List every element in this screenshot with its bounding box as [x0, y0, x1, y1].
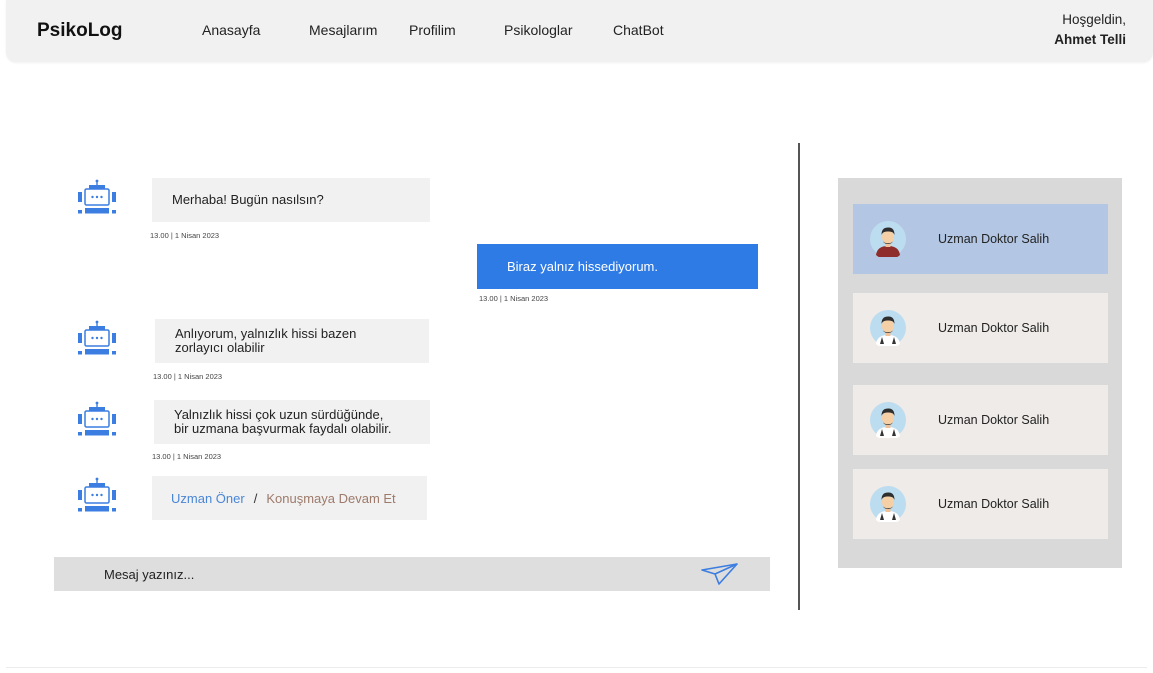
nav-link-psikologlar[interactable]: Psikologlar — [504, 22, 572, 38]
greeting-text: Hoşgeldin, — [1062, 12, 1126, 27]
doctor-avatar — [870, 486, 906, 522]
footer-divider — [6, 667, 1147, 668]
doctor-avatar — [870, 221, 906, 257]
nav-link-mesajlarim[interactable]: Mesajlarım — [309, 22, 377, 38]
top-navbar: PsikoLog Anasayfa Mesajlarım Profilim Ps… — [6, 0, 1153, 62]
bot-message-bubble: Merhaba! Bugün nasılsın? — [152, 178, 430, 222]
doctor-name: Uzman Doktor Salih — [938, 321, 1050, 335]
vertical-divider — [798, 143, 800, 610]
nav-link-chatbot[interactable]: ChatBot — [613, 22, 664, 38]
doctor-card[interactable]: Uzman Doktor Salih — [853, 204, 1108, 274]
bot-action-bubble: Uzman Öner / Konuşmaya Devam Et — [152, 476, 427, 520]
message-timestamp: 13.00 | 1 Nisan 2023 — [152, 452, 222, 461]
message-timestamp: 13.00 | 1 Nisan 2023 — [153, 372, 223, 381]
doctor-card[interactable]: Uzman Doktor Salih — [853, 385, 1108, 455]
action-separator: / — [253, 490, 258, 506]
robot-icon — [75, 319, 119, 363]
robot-icon — [75, 476, 119, 520]
bot-message-bubble: Yalnızlık hissi çok uzun sürdüğünde, bir… — [154, 400, 430, 444]
message-timestamp: 13.00 | 1 Nisan 2023 — [479, 294, 549, 303]
continue-conversation-link[interactable]: Konuşmaya Devam Et — [266, 491, 395, 506]
user-name[interactable]: Ahmet Telli — [1054, 30, 1126, 50]
doctor-avatar — [870, 310, 906, 346]
nav-link-anasayfa[interactable]: Anasayfa — [202, 22, 260, 38]
message-timestamp: 13.00 | 1 Nisan 2023 — [150, 231, 220, 240]
robot-icon — [75, 400, 119, 444]
doctor-list-panel: Uzman Doktor Salih Uzman Doktor Salih Uz… — [838, 178, 1122, 568]
message-text: Merhaba! Bugün nasılsın? — [172, 192, 324, 207]
doctor-avatar — [870, 402, 906, 438]
nav-link-profilim[interactable]: Profilim — [409, 22, 456, 38]
doctor-name: Uzman Doktor Salih — [938, 232, 1050, 246]
bot-message-bubble: Anlıyorum, yalnızlık hissi bazen zorlayı… — [155, 319, 429, 363]
message-text-line: zorlayıcı olabilir — [175, 340, 265, 355]
message-text: Biraz yalnız hissediyorum. — [507, 258, 658, 274]
brand-logo[interactable]: PsikoLog — [37, 20, 123, 42]
doctor-card[interactable]: Uzman Doktor Salih — [853, 293, 1108, 363]
robot-icon — [75, 178, 119, 222]
doctor-card[interactable]: Uzman Doktor Salih — [853, 469, 1108, 539]
suggest-expert-link[interactable]: Uzman Öner — [171, 491, 245, 506]
doctor-name: Uzman Doktor Salih — [938, 413, 1050, 427]
message-text-line: bir uzmana başvurmak faydalı olabilir. — [174, 421, 392, 436]
user-message-bubble: Biraz yalnız hissediyorum. — [477, 244, 758, 289]
message-text-line: Anlıyorum, yalnızlık hissi bazen — [175, 326, 357, 341]
user-greeting: Hoşgeldin, Ahmet Telli — [1054, 10, 1126, 50]
send-icon[interactable] — [699, 561, 741, 587]
message-input[interactable] — [104, 557, 684, 591]
message-input-bar — [54, 557, 770, 591]
doctor-name: Uzman Doktor Salih — [938, 497, 1050, 511]
message-text-line: Yalnızlık hissi çok uzun sürdüğünde, — [174, 407, 384, 422]
